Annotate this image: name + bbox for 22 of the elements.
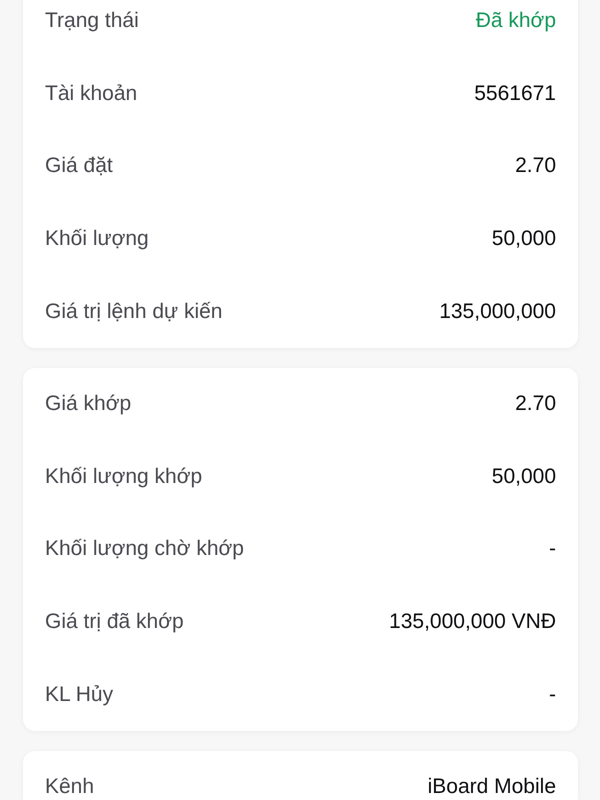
field-label: Trạng thái [45, 9, 139, 34]
status-value: Đã khớp [476, 9, 556, 34]
field-value: 5561671 [474, 82, 556, 106]
field-label: Giá trị đã khớp [45, 610, 184, 634]
field-value: 135,000,000 VNĐ [389, 610, 556, 634]
field-label: Kênh [45, 775, 94, 800]
field-label: Giá đặt [45, 154, 113, 178]
field-label: Khối lượng khớp [45, 464, 202, 489]
field-value: iBoard Mobile [428, 775, 556, 800]
field-value: - [549, 537, 556, 562]
field-label: KL Hủy [45, 682, 114, 707]
field-label: Khối lượng chờ khớp [45, 537, 244, 562]
field-value: 2.70 [515, 154, 556, 178]
field-label: Giá khớp [45, 392, 132, 416]
field-value: 2.70 [515, 392, 556, 416]
field-value: 50,000 [492, 464, 556, 489]
field-value: 135,000,000 [439, 300, 556, 324]
field-value: - [549, 682, 556, 707]
field-label: Tài khoản [45, 82, 138, 106]
field-value: 50,000 [492, 227, 556, 252]
field-label: Giá trị lệnh dự kiến [45, 300, 222, 324]
field-label: Khối lượng [45, 227, 149, 252]
